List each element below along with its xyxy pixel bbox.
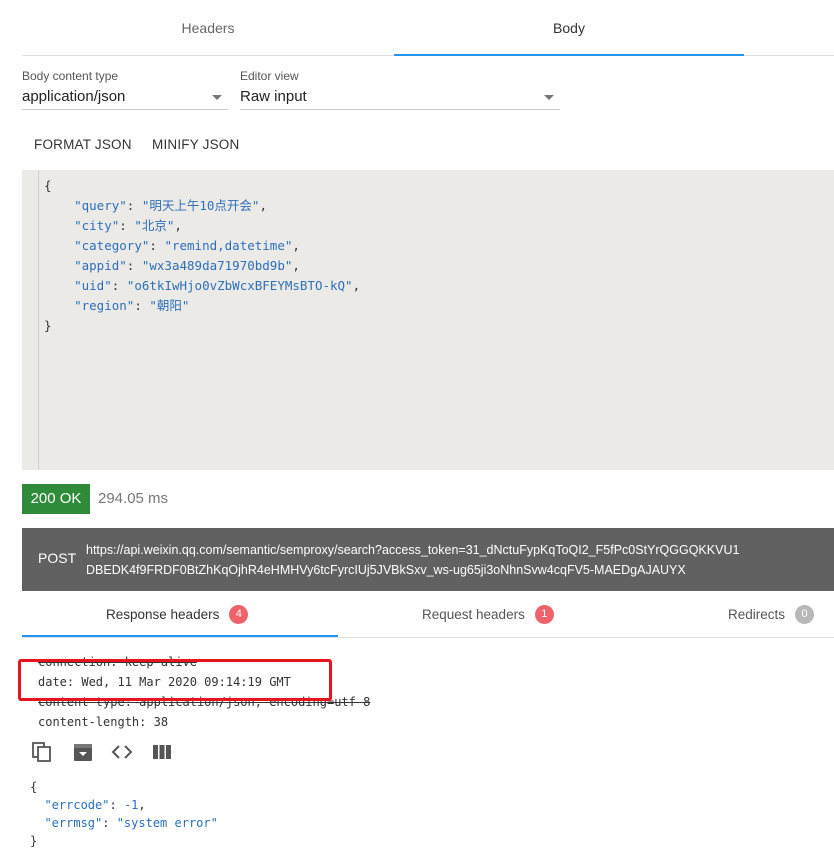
json-value: "remind,datetime" xyxy=(164,238,293,253)
json-value: "明天上午10点开会" xyxy=(141,198,260,213)
header-content-length: content-length: 38 xyxy=(38,715,169,729)
response-time: 294.05 ms xyxy=(98,490,169,507)
active-tab-indicator xyxy=(22,635,338,637)
columns-icon[interactable] xyxy=(151,741,173,763)
active-tab-indicator xyxy=(394,54,744,56)
response-body-code[interactable]: { "errcode": -1, "errmsg": "system error… xyxy=(30,778,218,850)
response-tabs: Response headers 4 Request headers 1 Red… xyxy=(22,596,834,638)
json-value: -1 xyxy=(123,798,139,812)
minify-json-button[interactable]: MINIFY JSON xyxy=(152,134,239,156)
editor-gutter xyxy=(38,170,39,470)
tab-headers[interactable]: Headers xyxy=(22,0,394,56)
request-url-line-2: DBEDK4f9FRDF0BtZhKqOjhR4eHMHVy6tcFyrcIUj… xyxy=(86,563,686,577)
status-badge: 200 OK xyxy=(22,484,90,514)
json-value: "北京" xyxy=(134,218,175,233)
json-separator: , xyxy=(292,238,300,253)
json-value: "wx3a489da71970bd9b" xyxy=(141,258,293,273)
request-body-code[interactable]: { "query": "明天上午10点开会", "city": "北京", "c… xyxy=(44,176,360,336)
format-json-button[interactable]: FORMAT JSON xyxy=(34,134,132,156)
json-close-brace: } xyxy=(44,318,52,333)
json-key: "errmsg" xyxy=(44,816,103,830)
editor-view-label: Editor view xyxy=(240,69,299,83)
json-key: "appid" xyxy=(74,258,127,273)
json-separator: , xyxy=(292,258,300,273)
json-key: "errcode" xyxy=(44,798,110,812)
json-separator: , xyxy=(352,278,361,293)
tab-label: Request headers xyxy=(422,606,525,622)
tab-redirects[interactable]: Redirects 0 xyxy=(728,596,815,632)
json-separator: , xyxy=(174,218,182,233)
json-open-brace: { xyxy=(44,178,52,193)
request-method: POST xyxy=(38,550,77,566)
json-value: "system error" xyxy=(116,816,218,830)
request-url-bar: POST https://api.weixin.qq.com/semantic/… xyxy=(22,528,834,591)
json-key: "city" xyxy=(74,218,120,233)
json-key: "query" xyxy=(74,198,127,213)
highlight-annotation xyxy=(18,659,332,701)
body-content-type-select[interactable]: Body content type application/json xyxy=(22,68,228,110)
tab-request-headers[interactable]: Request headers 1 xyxy=(422,596,554,632)
editor-view-value[interactable]: Raw input xyxy=(240,84,560,110)
json-key: "region" xyxy=(74,298,135,313)
top-tabs: Headers Body xyxy=(22,0,834,56)
count-badge: 4 xyxy=(229,604,249,624)
json-open-brace: { xyxy=(30,780,38,794)
json-separator: , xyxy=(259,198,267,213)
request-url[interactable]: https://api.weixin.qq.com/semantic/sempr… xyxy=(86,540,834,580)
body-content-type-text: application/json xyxy=(22,88,126,105)
json-value: "o6tkIwHjo0vZbWcxBFEYMsBTO-kQ" xyxy=(126,278,353,293)
tab-label: Response headers xyxy=(106,606,220,622)
code-view-icon[interactable] xyxy=(111,741,133,763)
dropdown-caret-icon xyxy=(212,95,222,100)
editor-view-select[interactable]: Editor view Raw input xyxy=(240,68,560,110)
json-key: "uid" xyxy=(74,278,112,293)
request-url-line-1: https://api.weixin.qq.com/semantic/sempr… xyxy=(86,543,740,557)
save-icon[interactable] xyxy=(72,741,94,763)
json-close-brace: } xyxy=(30,834,38,848)
body-content-type-value[interactable]: application/json xyxy=(22,84,228,110)
json-key: "category" xyxy=(74,238,150,253)
editor-view-text: Raw input xyxy=(240,88,307,105)
dropdown-caret-icon xyxy=(544,95,554,100)
tab-response-headers[interactable]: Response headers 4 xyxy=(106,596,249,632)
tab-label: Redirects xyxy=(728,606,786,622)
tab-body[interactable]: Body xyxy=(394,0,744,56)
body-editor[interactable]: { "query": "明天上午10点开会", "city": "北京", "c… xyxy=(22,170,834,470)
json-value: "朝阳" xyxy=(149,298,190,313)
copy-icon[interactable] xyxy=(31,741,53,763)
count-badge: 1 xyxy=(534,604,554,624)
count-badge: 0 xyxy=(795,604,815,624)
body-content-type-label: Body content type xyxy=(22,69,119,83)
